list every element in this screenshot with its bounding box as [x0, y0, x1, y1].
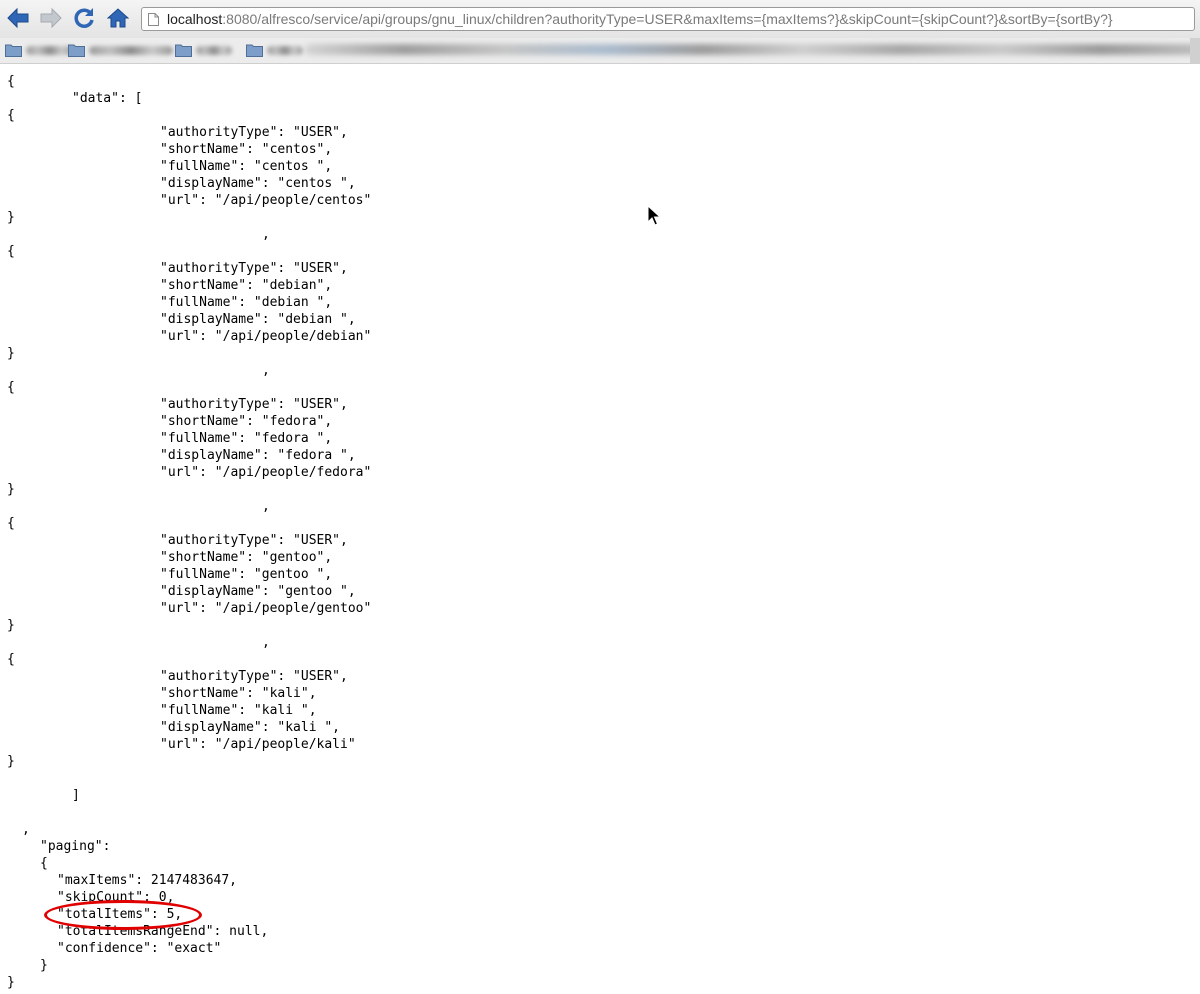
user-authority-type: "authorityType": "USER", [160, 397, 348, 412]
folder-icon [5, 44, 22, 57]
forward-arrow-icon [40, 7, 62, 29]
object-close-brace: } [7, 618, 15, 633]
user-url: "url": "/api/people/kali" [160, 737, 356, 752]
bookmark-folder-3[interactable] [175, 41, 232, 59]
back-button[interactable] [5, 5, 31, 31]
separator-comma: , [262, 363, 270, 378]
paging-close-brace: } [40, 958, 48, 973]
object-close-brace: } [7, 482, 15, 497]
url-path: :8080/alfresco/service/api/groups/gnu_li… [222, 11, 1113, 27]
user-short-name: "shortName": "kali", [160, 686, 317, 701]
object-open-brace: { [7, 244, 15, 259]
home-icon [106, 8, 130, 28]
page-icon [148, 12, 159, 26]
json-document: { "data": [ { "authorityType": "USER", "… [0, 64, 1200, 994]
object-close-brace: } [7, 754, 15, 769]
object-open-brace: { [7, 108, 15, 123]
user-short-name: "shortName": "centos", [160, 142, 333, 157]
scrollbar-corner [1190, 38, 1200, 64]
bookmark-folder-1[interactable] [5, 41, 74, 59]
user-display-name: "displayName": "fedora ", [160, 448, 356, 463]
separator-comma: , [262, 635, 270, 650]
object-open-brace: { [7, 380, 15, 395]
json-open-brace: { [7, 74, 15, 89]
bookmark-folder-2[interactable] [68, 41, 173, 59]
user-display-name: "displayName": "gentoo ", [160, 584, 356, 599]
paging-key-line: "paging": [40, 839, 111, 854]
bookmark-label-blurred [89, 45, 173, 55]
browser-toolbar: localhost:8080/alfresco/service/api/grou… [0, 0, 1200, 38]
reload-icon [74, 8, 94, 28]
reload-button[interactable] [71, 5, 97, 31]
forward-button[interactable] [38, 5, 64, 31]
home-button[interactable] [105, 5, 131, 31]
folder-icon [68, 44, 85, 57]
separator-comma: , [262, 227, 270, 242]
user-url: "url": "/api/people/centos" [160, 193, 372, 208]
user-short-name: "shortName": "gentoo", [160, 550, 333, 565]
user-url: "url": "/api/people/debian" [160, 329, 372, 344]
user-display-name: "displayName": "centos ", [160, 176, 356, 191]
highlight-annotation [44, 900, 202, 930]
folder-icon [246, 44, 263, 57]
bookmark-label-blurred [196, 45, 232, 55]
user-authority-type: "authorityType": "USER", [160, 533, 348, 548]
user-short-name: "shortName": "fedora", [160, 414, 333, 429]
user-url: "url": "/api/people/fedora" [160, 465, 372, 480]
url-text: localhost:8080/alfresco/service/api/grou… [167, 11, 1113, 27]
bookmark-label-blurred [267, 45, 303, 55]
separator-comma: , [262, 499, 270, 514]
bookmark-label-blurred [26, 45, 74, 55]
bookmarks-blurred-region [305, 44, 1200, 55]
object-open-brace: { [7, 516, 15, 531]
user-full-name: "fullName": "debian ", [160, 295, 333, 310]
folder-icon [175, 44, 192, 57]
bookmark-folder-4[interactable] [246, 41, 303, 59]
user-display-name: "displayName": "kali ", [160, 720, 341, 735]
user-display-name: "displayName": "debian ", [160, 312, 356, 327]
address-bar[interactable]: localhost:8080/alfresco/service/api/grou… [141, 7, 1195, 31]
mouse-cursor-icon [647, 205, 662, 226]
object-close-brace: } [7, 346, 15, 361]
user-authority-type: "authorityType": "USER", [160, 669, 348, 684]
user-full-name: "fullName": "gentoo ", [160, 567, 333, 582]
back-arrow-icon [7, 7, 29, 29]
url-host: localhost [167, 11, 223, 27]
user-url: "url": "/api/people/gentoo" [160, 601, 372, 616]
user-full-name: "fullName": "fedora ", [160, 431, 333, 446]
user-authority-type: "authorityType": "USER", [160, 125, 348, 140]
object-close-brace: } [7, 210, 15, 225]
paging-confidence: "confidence": "exact" [57, 941, 222, 956]
user-authority-type: "authorityType": "USER", [160, 261, 348, 276]
json-close-brace: } [7, 975, 15, 990]
paging-max-items: "maxItems": 2147483647, [57, 873, 238, 888]
user-short-name: "shortName": "debian", [160, 278, 333, 293]
paging-open-brace: { [40, 856, 48, 871]
user-full-name: "fullName": "centos ", [160, 159, 333, 174]
user-full-name: "fullName": "kali ", [160, 703, 317, 718]
data-array-close: ] [72, 788, 80, 803]
object-open-brace: { [7, 652, 15, 667]
data-key-line: "data": [ [72, 91, 143, 106]
separator-comma: , [22, 822, 30, 837]
